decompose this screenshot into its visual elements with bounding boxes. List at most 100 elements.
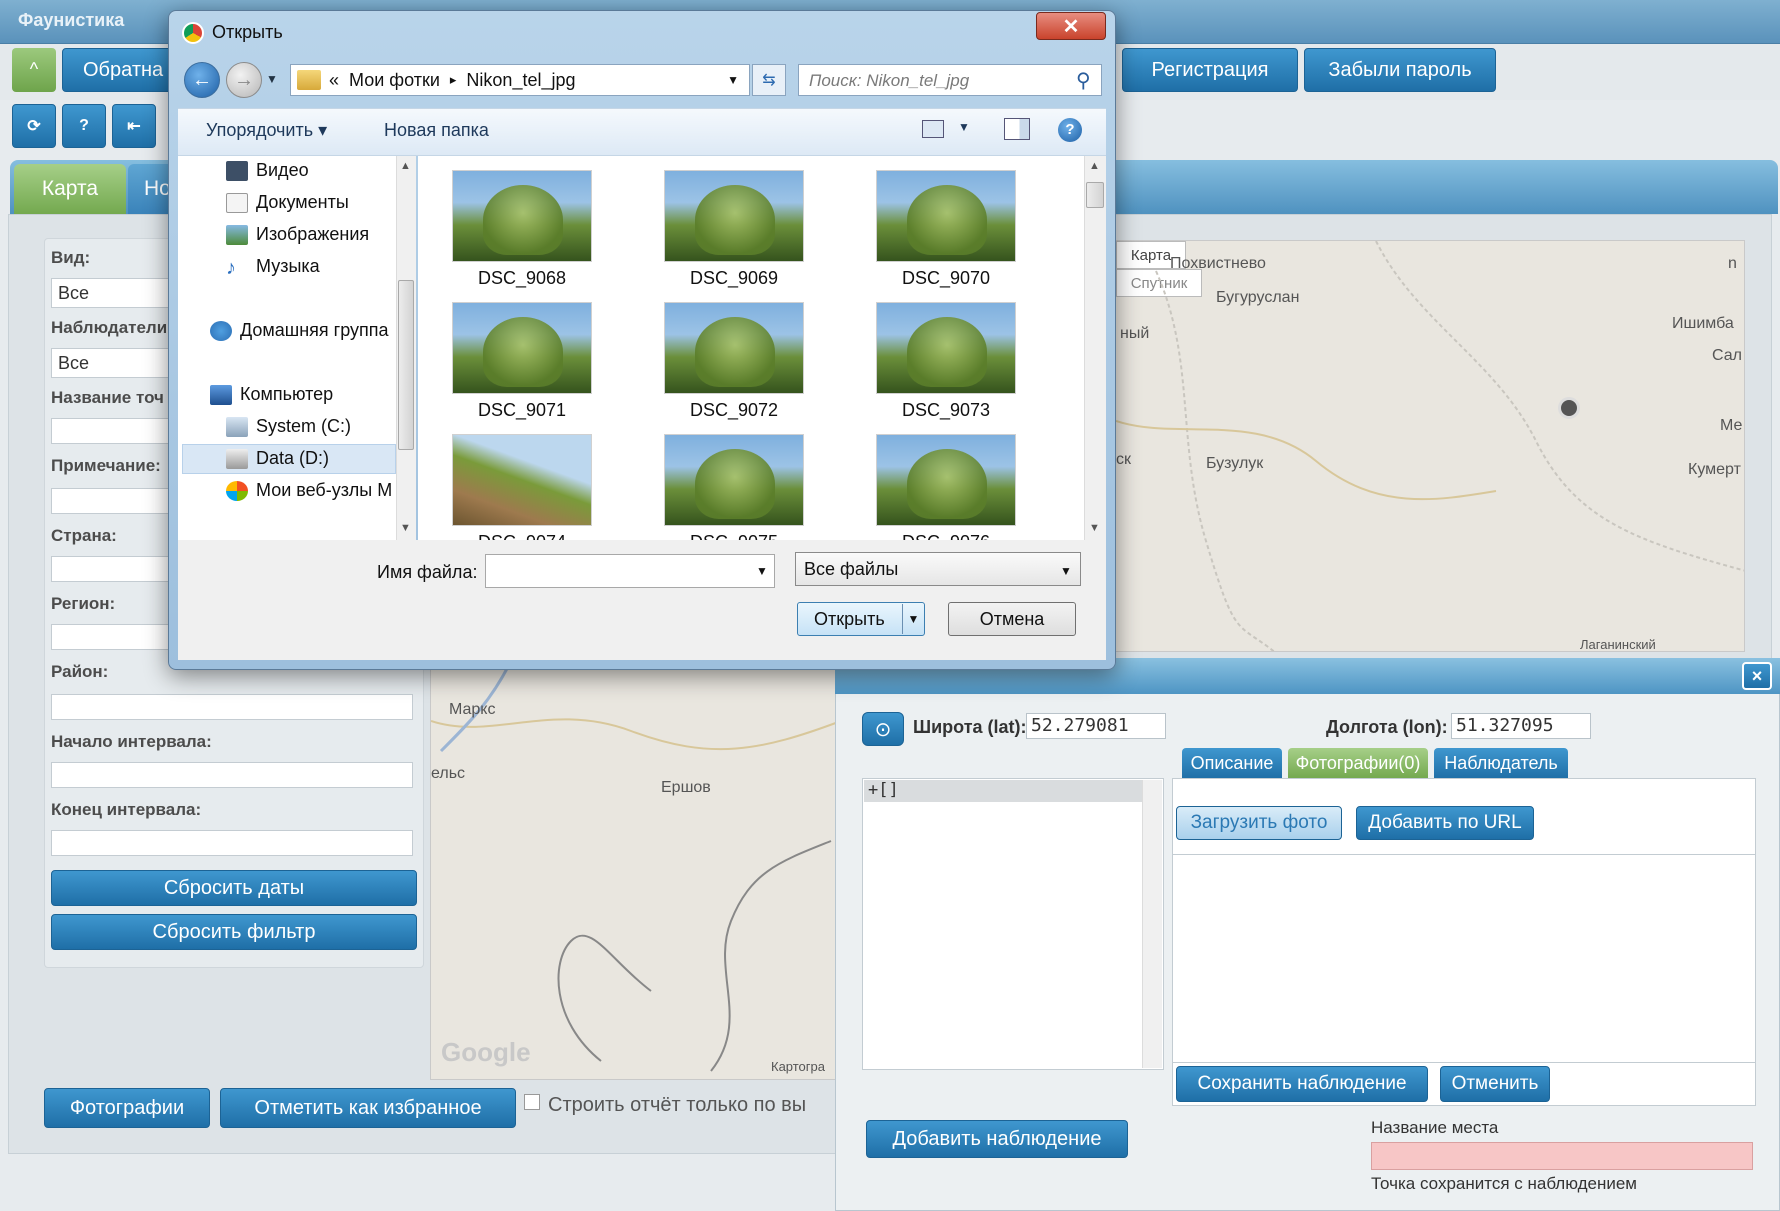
refresh-button[interactable]: ⟳ — [12, 104, 56, 148]
photo-thumbnail — [452, 302, 592, 394]
search-icon[interactable]: ⚲ — [1076, 68, 1091, 93]
map-lower-roads — [431, 661, 839, 1072]
history-dropdown-icon[interactable]: ▼ — [266, 72, 278, 86]
add-by-url-button[interactable]: Добавить по URL — [1356, 806, 1534, 840]
district-input[interactable] — [51, 694, 413, 720]
open-split-dropdown-icon[interactable]: ▼ — [902, 604, 924, 634]
file-item[interactable]: DSC_9075 — [664, 434, 804, 540]
drive-icon — [226, 416, 248, 437]
latitude-input[interactable]: 52.279081 — [1026, 713, 1166, 739]
filename-dropdown-icon[interactable]: ▼ — [756, 564, 768, 578]
tab-description[interactable]: Описание — [1182, 748, 1282, 778]
reset-dates-button[interactable]: Сбросить даты — [51, 870, 417, 906]
map-marker-icon[interactable] — [1558, 397, 1580, 419]
files-scrollbar-thumb[interactable] — [1086, 182, 1104, 208]
forward-arrow-icon: → — [234, 68, 254, 91]
refresh-arrows-icon: ⇆ — [762, 72, 776, 89]
file-item[interactable]: DSC_9068 — [452, 170, 592, 289]
organize-button[interactable]: Упорядочить ▾ — [206, 120, 327, 141]
reset-filter-button[interactable]: Сбросить фильтр — [51, 914, 417, 950]
nav-computer[interactable]: Компьютер — [210, 384, 333, 405]
breadcrumb-prefix[interactable]: « — [329, 70, 339, 91]
interval-end-input[interactable] — [51, 830, 413, 856]
tab-map[interactable]: Карта — [14, 164, 126, 214]
report-only-checkbox[interactable] — [524, 1094, 540, 1110]
view-dropdown-icon[interactable]: ▼ — [958, 120, 970, 134]
refresh-folder-button[interactable]: ⇆ — [752, 64, 786, 96]
nav-music[interactable]: ♪ Музыка — [226, 256, 320, 279]
map-label-marks: Маркс — [449, 701, 496, 718]
back-arrow-icon: ← — [192, 68, 212, 91]
dialog-close-button[interactable]: ✕ — [1036, 12, 1106, 40]
nav-data-drive[interactable]: Data (D:) — [226, 448, 329, 469]
filetype-dropdown-icon[interactable]: ▼ — [1060, 564, 1072, 578]
help-icon[interactable]: ? — [1058, 118, 1082, 142]
nav-homegroup[interactable]: Домашняя группа — [210, 320, 389, 341]
cancel-button[interactable]: Отмена — [948, 602, 1076, 636]
back-button[interactable]: ← — [184, 62, 220, 98]
files-scroll-down-icon[interactable]: ▼ — [1089, 522, 1100, 534]
view-options-icon[interactable] — [922, 120, 944, 138]
preview-pane-icon[interactable] — [1004, 118, 1030, 140]
cancel-observation-button[interactable]: Отменить — [1440, 1066, 1550, 1102]
point-name-label: Название точ — [51, 388, 164, 407]
file-item[interactable]: DSC_9070 — [876, 170, 1016, 289]
breadcrumb-separator[interactable]: ▸ — [450, 72, 457, 88]
locate-button[interactable]: ⊙ — [862, 712, 904, 746]
observer-label: Наблюдатели — [51, 318, 168, 337]
nav-video[interactable]: Видео — [226, 160, 309, 181]
files-scrollbar[interactable] — [1084, 156, 1106, 540]
help-button[interactable]: ? — [62, 104, 106, 148]
add-observation-button[interactable]: Добавить наблюдение — [866, 1120, 1128, 1158]
address-bar[interactable]: « Мои фотки ▸ Nikon_tel_jpg ▼ — [290, 64, 750, 96]
file-item[interactable]: DSC_9071 — [452, 302, 592, 421]
filename-input[interactable] — [485, 554, 775, 588]
file-item[interactable]: DSC_9072 — [664, 302, 804, 421]
interval-start-input[interactable] — [51, 762, 413, 788]
photos-button[interactable]: Фотографии — [44, 1088, 210, 1128]
upload-photo-button[interactable]: Загрузить фото — [1176, 806, 1342, 840]
nav-documents[interactable]: Документы — [226, 192, 349, 213]
nav-scrollbar-thumb[interactable] — [398, 280, 414, 450]
chrome-icon — [182, 22, 204, 44]
file-item[interactable]: DSC_9074 — [452, 434, 592, 540]
nav-scroll-down-icon[interactable]: ▼ — [400, 522, 411, 534]
nav-images[interactable]: Изображения — [226, 224, 369, 245]
forgot-password-button[interactable]: Забыли пароль — [1304, 48, 1496, 92]
tab-observer[interactable]: Наблюдатель — [1434, 748, 1568, 778]
tab-photos[interactable]: Фотографии(0) — [1288, 748, 1428, 778]
place-name-input[interactable] — [1371, 1142, 1753, 1170]
scroll-up-button[interactable]: ^ — [12, 48, 56, 92]
map-view[interactable]: Карта Спутник n Похвистнево Бугуруслан И… — [1115, 240, 1745, 652]
file-item[interactable]: DSC_9073 — [876, 302, 1016, 421]
nav-system-drive[interactable]: System (C:) — [226, 416, 351, 437]
map-view-lower[interactable]: Маркс ельс Ершов Google Картогра — [430, 660, 840, 1080]
longitude-input[interactable]: 51.327095 — [1451, 713, 1591, 739]
search-input[interactable]: Поиск: Nikon_tel_jpg — [798, 64, 1102, 96]
forward-button[interactable]: → — [226, 62, 262, 98]
save-observation-button[interactable]: Сохранить наблюдение — [1176, 1066, 1428, 1102]
close-observation-button[interactable]: × — [1742, 662, 1772, 690]
tree-root-item[interactable]: +[] — [864, 780, 1142, 802]
new-folder-button[interactable]: Новая папка — [384, 120, 489, 141]
filetype-select[interactable]: Все файлы — [795, 552, 1081, 586]
nav-scroll-up-icon[interactable]: ▲ — [400, 160, 411, 172]
mark-favorite-button[interactable]: Отметить как избранное — [220, 1088, 516, 1128]
file-item[interactable]: DSC_9076 — [876, 434, 1016, 540]
photo-thumbnail — [452, 434, 592, 526]
photo-thumbnail — [876, 434, 1016, 526]
nav-web-sites[interactable]: Мои веб-узлы M — [226, 480, 396, 501]
breadcrumb-subfolder[interactable]: Nikon_tel_jpg — [466, 70, 575, 91]
photo-thumbnail — [876, 302, 1016, 394]
exit-button[interactable]: ⇤ — [112, 104, 156, 148]
report-only-label: Строить отчёт только по вы — [548, 1094, 807, 1116]
tree-scrollbar[interactable] — [1142, 780, 1162, 1068]
file-item[interactable]: DSC_9069 — [664, 170, 804, 289]
map-attribution[interactable]: Картогра — [771, 1059, 825, 1074]
place-tree[interactable] — [862, 778, 1164, 1070]
breadcrumb-folder[interactable]: Мои фотки — [349, 70, 440, 91]
address-dropdown-icon[interactable]: ▼ — [727, 73, 739, 87]
register-button[interactable]: Регистрация — [1122, 48, 1298, 92]
files-scroll-up-icon[interactable]: ▲ — [1089, 160, 1100, 172]
latitude-label: Широта (lat): — [913, 717, 1027, 737]
